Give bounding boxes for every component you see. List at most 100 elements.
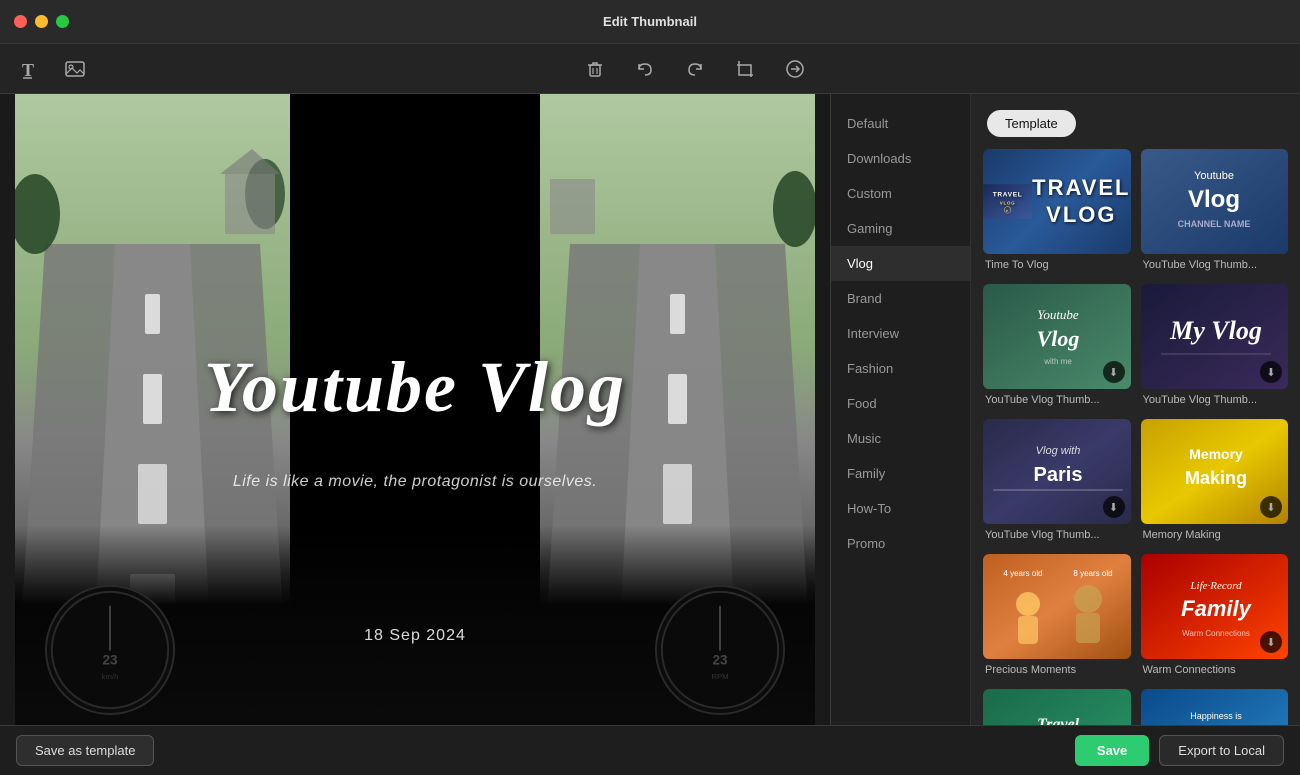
template-label-3: YouTube Vlog Thumb...: [983, 389, 1131, 409]
download-badge-4: ⬇: [1260, 361, 1282, 383]
canvas-text-overlay: Youtube Vlog Life is like a movie, the p…: [15, 94, 815, 725]
template-thumb-4[interactable]: My Vlog ⬇: [1141, 284, 1289, 389]
sidebar-item-promo[interactable]: Promo: [831, 526, 970, 561]
template-thumb-6[interactable]: Memory Making ⬇: [1141, 419, 1289, 524]
sidebar-item-gaming[interactable]: Gaming: [831, 211, 970, 246]
template-thumb-2[interactable]: Youtube Vlog CHANNEL NAME: [1141, 149, 1289, 254]
main-area: 23 km/h 23 RPM Yo: [0, 94, 1300, 725]
redo-icon[interactable]: [680, 54, 710, 84]
template-card-precious[interactable]: 4 years old 8 years old Precious Moments: [983, 554, 1131, 679]
undo-icon[interactable]: [630, 54, 660, 84]
toolbar: T: [0, 44, 1300, 94]
toolbar-tools: T: [16, 54, 90, 84]
svg-text:Happiness is: Happiness is: [1190, 711, 1242, 721]
template-card-journey[interactable]: Travel Day ⬇ Journey Journal: [983, 689, 1131, 725]
canvas-title: Youtube Vlog: [15, 346, 815, 429]
svg-text:Warm Connections: Warm Connections: [1182, 629, 1250, 638]
sidebar-item-family[interactable]: Family: [831, 456, 970, 491]
svg-text:Memory: Memory: [1189, 446, 1243, 462]
template-thumb-10[interactable]: Happiness is Travel Life is better with …: [1141, 689, 1289, 725]
template-thumb-9[interactable]: Travel Day ⬇: [983, 689, 1131, 725]
svg-text:Youtube: Youtube: [1037, 307, 1079, 322]
minimize-button[interactable]: [35, 15, 48, 28]
template-card-travel-vibes[interactable]: Happiness is Travel Life is better with …: [1141, 689, 1289, 725]
svg-text:Life·Record: Life·Record: [1189, 580, 1242, 592]
svg-text:My Vlog: My Vlog: [1169, 316, 1262, 345]
canvas-content: 23 km/h 23 RPM Yo: [15, 94, 815, 725]
templates-grid: Template TR: [971, 94, 1300, 725]
svg-text:TRAVEL: TRAVEL: [993, 192, 1023, 199]
template-card-yt-vlog[interactable]: Youtube Vlog CHANNEL NAME YouTube Vlog T…: [1141, 149, 1289, 274]
download-badge-3: ⬇: [1103, 361, 1125, 383]
template-label-6: Memory Making: [1141, 524, 1289, 544]
template-thumb-3[interactable]: Youtube Vlog with me ⬇: [983, 284, 1131, 389]
template-card-vlog-paris[interactable]: Vlog with Paris ⬇ YouTube Vlog Thumb...: [983, 419, 1131, 544]
sidebar-item-brand[interactable]: Brand: [831, 281, 970, 316]
sidebar-item-how-to[interactable]: How-To: [831, 491, 970, 526]
replace-icon[interactable]: [780, 54, 810, 84]
image-tool[interactable]: [60, 54, 90, 84]
svg-text:Paris: Paris: [1034, 464, 1083, 486]
template-label-5: YouTube Vlog Thumb...: [983, 524, 1131, 544]
template-card-memory-making[interactable]: Memory Making ⬇ Memory Making: [1141, 419, 1289, 544]
template-label-7: Precious Moments: [983, 659, 1131, 679]
template-thumb-8[interactable]: Life·Record Family Warm Connections ⬇: [1141, 554, 1289, 659]
sidebar-item-food[interactable]: Food: [831, 386, 970, 421]
svg-text:with me: with me: [1043, 357, 1072, 366]
close-button[interactable]: [14, 15, 27, 28]
traffic-lights[interactable]: [14, 15, 69, 28]
maximize-button[interactable]: [56, 15, 69, 28]
template-card-time-to-vlog[interactable]: TRAVEL VLOG ▶ Time To Vlog: [983, 149, 1131, 274]
canvas-area[interactable]: 23 km/h 23 RPM Yo: [0, 94, 830, 725]
svg-text:Youtube: Youtube: [1194, 170, 1234, 182]
template-thumb-7[interactable]: 4 years old 8 years old: [983, 554, 1131, 659]
template-label-4: YouTube Vlog Thumb...: [1141, 389, 1289, 409]
svg-text:CHANNEL NAME: CHANNEL NAME: [1178, 219, 1251, 229]
crop-icon[interactable]: [730, 54, 760, 84]
svg-text:T: T: [22, 60, 34, 80]
template-card-warm[interactable]: Life·Record Family Warm Connections ⬇ Wa…: [1141, 554, 1289, 679]
save-button[interactable]: Save: [1075, 735, 1149, 766]
sidebar-item-music[interactable]: Music: [831, 421, 970, 456]
template-card-my-vlog[interactable]: My Vlog ⬇ YouTube Vlog Thumb...: [1141, 284, 1289, 409]
bottom-right-buttons: Save Export to Local: [1075, 735, 1284, 766]
sidebar-item-default[interactable]: Default: [831, 106, 970, 141]
svg-text:Family: Family: [1181, 596, 1252, 621]
export-button[interactable]: Export to Local: [1159, 735, 1284, 766]
sidebar-item-interview[interactable]: Interview: [831, 316, 970, 351]
template-label-1: Time To Vlog: [983, 254, 1131, 274]
text-tool[interactable]: T: [16, 54, 46, 84]
toolbar-actions: [106, 54, 1284, 84]
download-badge-8: ⬇: [1260, 631, 1282, 653]
svg-text:Making: Making: [1184, 468, 1246, 488]
canvas-subtitle: Life is like a movie, the protagonist is…: [15, 473, 815, 491]
svg-text:8 years old: 8 years old: [1073, 569, 1112, 578]
template-label-2: YouTube Vlog Thumb...: [1141, 254, 1289, 274]
template-label-8: Warm Connections: [1141, 659, 1289, 679]
template-card-yt-vlog2[interactable]: Youtube Vlog with me ⬇ YouTube Vlog Thum…: [983, 284, 1131, 409]
right-panel: Default Downloads Custom Gaming Vlog Bra…: [830, 94, 1300, 725]
svg-text:VLOG: VLOG: [1000, 201, 1016, 206]
download-badge-6: ⬇: [1260, 496, 1282, 518]
template-tab[interactable]: Template: [987, 110, 1076, 137]
title-bar: Edit Thumbnail: [0, 0, 1300, 44]
template-thumb-5[interactable]: Vlog with Paris ⬇: [983, 419, 1131, 524]
svg-text:Travel: Travel: [1037, 716, 1080, 725]
svg-text:4 years old: 4 years old: [1003, 569, 1042, 578]
svg-text:Vlog with: Vlog with: [1036, 445, 1081, 457]
sidebar-item-downloads[interactable]: Downloads: [831, 141, 970, 176]
delete-icon[interactable]: [580, 54, 610, 84]
category-sidebar: Default Downloads Custom Gaming Vlog Bra…: [831, 94, 971, 725]
sidebar-item-vlog[interactable]: Vlog: [831, 246, 970, 281]
sidebar-item-fashion[interactable]: Fashion: [831, 351, 970, 386]
svg-text:Vlog: Vlog: [1037, 326, 1080, 351]
svg-text:Vlog: Vlog: [1188, 186, 1240, 213]
sidebar-item-custom[interactable]: Custom: [831, 176, 970, 211]
template-grid-container: TRAVEL VLOG ▶ Time To Vlog: [983, 149, 1288, 725]
template-thumb-1[interactable]: TRAVEL VLOG ▶: [983, 149, 1131, 254]
download-badge-5: ⬇: [1103, 496, 1125, 518]
canvas-date: 18 Sep 2024: [15, 627, 815, 645]
window-title: Edit Thumbnail: [603, 14, 697, 29]
save-as-template-button[interactable]: Save as template: [16, 735, 154, 766]
bottom-bar: Save as template Save Export to Local: [0, 725, 1300, 775]
